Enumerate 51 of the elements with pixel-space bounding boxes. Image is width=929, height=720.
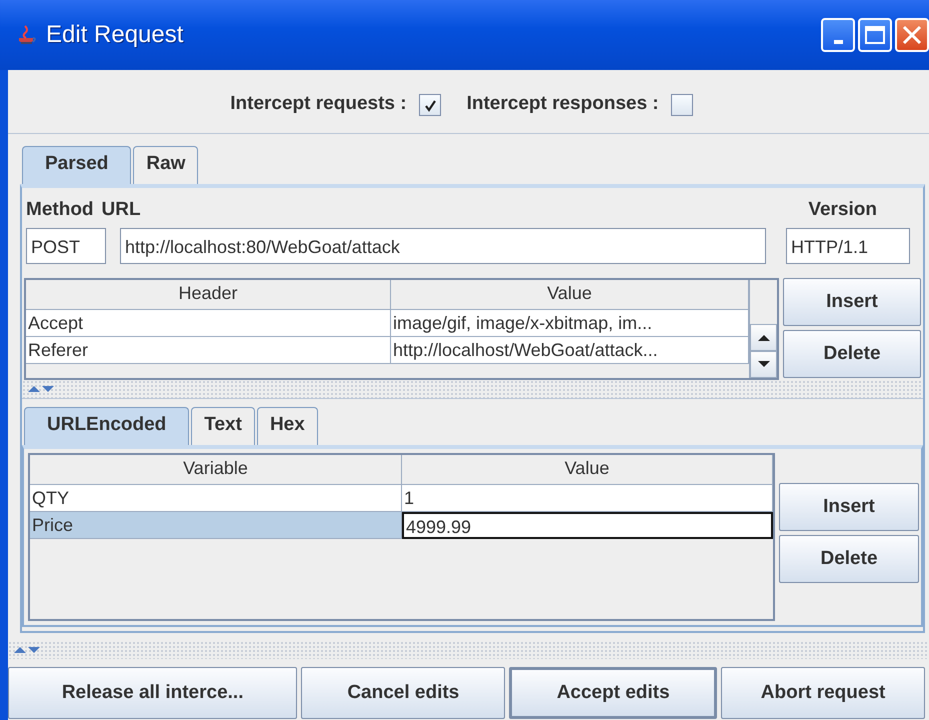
input-field[interactable]: 4999.99 xyxy=(402,512,773,539)
table-cell: image/gif, image/x-xbitmap, im... xyxy=(391,310,749,337)
version-field[interactable]: HTTP/1.1 xyxy=(786,228,910,264)
minimize-icon xyxy=(834,40,842,44)
maximize-icon xyxy=(865,26,885,44)
method-field[interactable]: POST xyxy=(26,228,106,264)
close-icon xyxy=(902,25,922,45)
tab[interactable]: Parsed xyxy=(22,146,132,184)
table-cell: 1 xyxy=(402,485,773,512)
table-cell: Accept xyxy=(26,310,391,337)
insert-button[interactable]: Insert xyxy=(779,483,919,531)
expand-down-icon[interactable] xyxy=(28,646,40,654)
scroll-down-button[interactable] xyxy=(750,351,777,378)
coffee-cup-icon xyxy=(16,24,38,46)
url-field[interactable]: http://localhost:80/WebGoat/attack xyxy=(120,228,766,264)
footer-button[interactable]: Accept edits xyxy=(509,667,718,719)
intercept-label: Intercept requests : xyxy=(230,92,407,116)
checkbox[interactable] xyxy=(670,94,693,116)
column-header[interactable]: Value xyxy=(402,455,773,485)
table-cell: http://localhost/WebGoat/attack... xyxy=(391,337,749,364)
column-header[interactable]: Variable xyxy=(30,455,402,485)
footer-button[interactable]: Abort request xyxy=(721,667,926,719)
column-header[interactable]: Header xyxy=(26,280,391,310)
maximize-button[interactable] xyxy=(858,18,892,52)
footer-button[interactable]: Cancel edits xyxy=(301,667,506,719)
column-header[interactable]: Value xyxy=(391,280,749,310)
check-icon xyxy=(422,98,437,112)
down-arrow-icon xyxy=(756,360,770,369)
tab[interactable]: Raw xyxy=(133,146,198,184)
close-button[interactable] xyxy=(895,18,929,52)
minimize-button[interactable] xyxy=(821,18,855,52)
insert-button[interactable]: Insert xyxy=(783,278,921,326)
tab[interactable]: Hex xyxy=(256,407,318,445)
field-label: Method xyxy=(26,198,94,222)
field-label: URL xyxy=(102,198,142,222)
tab[interactable]: Text xyxy=(191,407,255,445)
checkbox[interactable] xyxy=(418,94,441,116)
collapse-up-icon[interactable] xyxy=(28,385,40,393)
expand-down-icon[interactable] xyxy=(42,385,54,393)
field-label: Version xyxy=(808,198,877,222)
delete-button[interactable]: Delete xyxy=(783,330,921,378)
table-cell: Price xyxy=(30,512,402,539)
footer-button[interactable]: Release all interce... xyxy=(8,667,298,719)
delete-button[interactable]: Delete xyxy=(779,535,919,583)
window-title: Edit Request xyxy=(46,20,184,50)
tab[interactable]: URLEncoded xyxy=(24,407,190,445)
up-arrow-icon xyxy=(756,333,770,342)
table-cell: QTY xyxy=(30,485,402,512)
scroll-up-button[interactable] xyxy=(750,324,777,351)
collapse-up-icon[interactable] xyxy=(14,646,26,654)
table-cell: Referer xyxy=(26,337,391,364)
